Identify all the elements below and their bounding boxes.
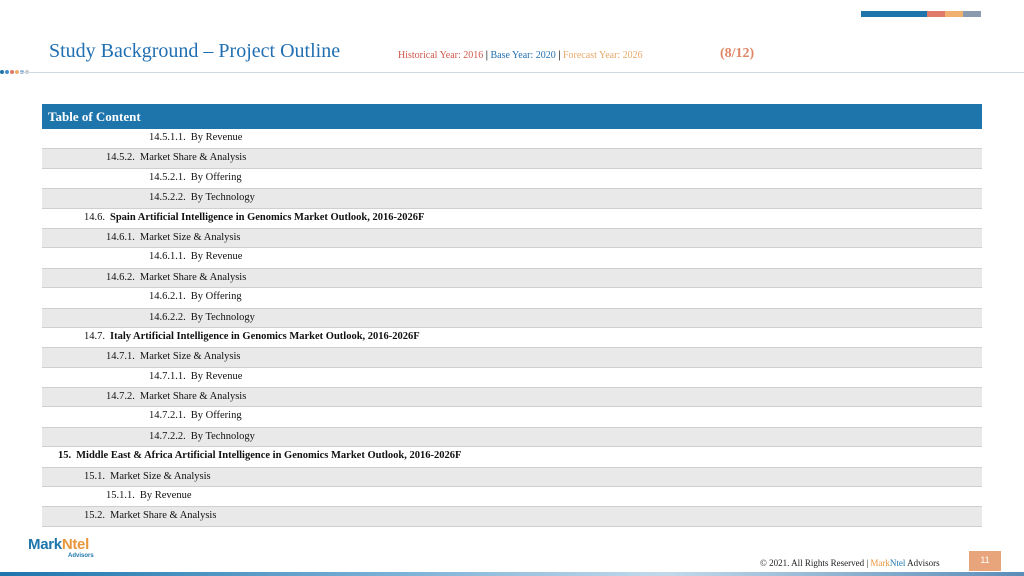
toc-row-number: 14.7.1.1.	[149, 370, 186, 382]
page-title: Study Background – Project Outline	[49, 40, 341, 62]
toc-row-number: 15.	[58, 450, 72, 462]
toc-row-label: Italy Artificial Intelligence in Genomic…	[110, 330, 420, 342]
toc-row-label: Market Size & Analysis	[139, 351, 241, 363]
forecast-year: Forecast Year: 2026	[562, 50, 643, 61]
toc-row-number: 14.6.2.	[106, 271, 135, 283]
dot	[10, 70, 14, 74]
accent-bar-gray	[963, 11, 981, 17]
toc-row-number: 15.1.1.	[106, 490, 135, 502]
toc-row-label: By Revenue	[190, 132, 243, 143]
logo-mark-a: Mark	[28, 536, 62, 553]
toc-row-number: 14.6.1.1.	[149, 251, 186, 263]
toc-row: 14.5.2.2. By Technology	[42, 188, 982, 209]
accent-bar-blue	[861, 11, 927, 17]
toc-row: 14.6. Spain Artificial Intelligence in Ge…	[42, 208, 982, 228]
toc-row-number: 14.7.2.1.	[149, 410, 186, 422]
toc-row-number: 14.7.2.2.	[149, 430, 186, 442]
toc-row-number: 14.6.2.1.	[149, 291, 186, 303]
logo-wordmark: MarkNtel	[28, 536, 89, 553]
toc-row: 14.7.2.2. By Technology	[42, 426, 982, 448]
toc-row-label: By Technology	[190, 192, 255, 204]
top-accent-bars	[861, 11, 981, 17]
toc-row-number: 14.6.1.	[106, 231, 135, 243]
toc-row: 15.2. Market Share & Analysis	[42, 506, 982, 527]
bottom-gradient-bar	[0, 572, 1024, 576]
footer-brand-c: Advisors	[905, 558, 940, 568]
toc-row-label: Market Share & Analysis	[139, 152, 247, 164]
toc-row-number: 14.5.2.1.	[149, 171, 186, 183]
toc-row-label: By Offering	[190, 410, 242, 422]
toc-row: 14.6.2. Market Share & Analysis	[42, 267, 982, 289]
toc-row-label: By Offering	[190, 291, 242, 303]
toc-row: 15. Middle East & Africa Artificial Intel…	[42, 447, 982, 467]
toc-row: 15.1.1. By Revenue	[42, 487, 982, 507]
meta-separator-2: |	[555, 50, 563, 61]
footer-brand-b: Ntel	[889, 558, 906, 568]
accent-bar-red	[927, 11, 945, 17]
toc-row: 14.7.1.1. By Revenue	[42, 367, 982, 388]
year-meta: Historical Year: 2016 | Base Year: 2020 …	[398, 50, 643, 61]
toc-row: 14.6.1. Market Size & Analysis	[42, 227, 982, 249]
toc-row-label: Middle East & Africa Artificial Intellig…	[76, 450, 462, 462]
base-year: Base Year: 2020	[490, 50, 556, 61]
toc-row-label: By Revenue	[190, 251, 243, 263]
toc-row-number: 15.1.	[84, 470, 105, 482]
toc-row: 14.6.1.1. By Revenue	[42, 248, 982, 268]
toc-row-number: 14.5.2.2.	[149, 192, 186, 204]
page-number: 11	[969, 551, 1001, 571]
toc-row-label: Market Share & Analysis	[139, 271, 247, 283]
toc-row: 14.5.2.1. By Offering	[42, 168, 982, 189]
copyright-text: © 2021. All Rights Reserved |	[760, 558, 871, 568]
toc-row-number: 15.2.	[84, 510, 105, 522]
toc-row: 14.7.2. Market Share & Analysis	[42, 387, 982, 408]
toc-row: 14.5.1.1. By Revenue	[42, 129, 982, 149]
toc-row-number: 14.6.	[84, 211, 105, 223]
header-divider	[20, 72, 1024, 73]
toc-row: 14.5.2. Market Share & Analysis	[42, 148, 982, 169]
toc-row-number: 14.6.2.2.	[149, 311, 186, 323]
toc-row-number: 14.5.1.1.	[149, 132, 186, 143]
logo-subtitle: Advisors	[68, 553, 94, 559]
toc-row: 14.6.2.2. By Technology	[42, 307, 982, 328]
section-page-count: (8/12)	[720, 46, 755, 61]
toc-row: 14.7.2.1. By Offering	[42, 407, 982, 427]
toc-row-number: 14.5.2.	[106, 152, 135, 164]
toc-row-label: Spain Artificial Intelligence in Genomic…	[110, 211, 425, 223]
toc-row: 14.7. Italy Artificial Intelligence in Ge…	[42, 327, 982, 348]
accent-bar-orange	[945, 11, 963, 17]
footer-copyright: © 2021. All Rights Reserved | MarkNtel A…	[760, 558, 940, 568]
dot	[5, 70, 9, 74]
toc-rows: 14.5.1.1. By Revenue 14.5.2. Market Share &…	[42, 129, 982, 527]
toc-row-label: By Technology	[190, 311, 255, 323]
dot	[0, 70, 4, 74]
toc-row-label: By Revenue	[190, 370, 243, 382]
toc-row-label: Market Share & Analysis	[110, 510, 217, 522]
toc-header: Table of Content	[42, 104, 982, 129]
markntel-logo: MarkNtel Advisors	[28, 536, 94, 559]
toc-row-label: Market Size & Analysis	[110, 470, 211, 482]
toc-row-number: 14.7.1.	[106, 351, 135, 363]
toc-row-label: By Offering	[190, 171, 242, 183]
toc-row: 14.6.2.1. By Offering	[42, 288, 982, 308]
toc-row-label: Market Share & Analysis	[139, 391, 247, 403]
toc-row-number: 14.7.	[84, 330, 105, 342]
toc-row: 15.1. Market Size & Analysis	[42, 466, 982, 488]
table-of-content: Table of Content 14.5.1.1. By Revenue 14.5…	[42, 104, 982, 527]
toc-row-label: By Revenue	[139, 490, 192, 502]
dot	[15, 70, 19, 74]
footer-brand-a: Mark	[870, 558, 890, 568]
toc-row-label: By Technology	[190, 430, 255, 442]
toc-row-number: 14.7.2.	[106, 391, 135, 403]
historical-year: Historical Year: 2016	[398, 50, 484, 61]
logo-mark-b: Ntel	[61, 536, 89, 553]
toc-row: 14.7.1. Market Size & Analysis	[42, 347, 982, 368]
toc-row-label: Market Size & Analysis	[139, 231, 241, 243]
